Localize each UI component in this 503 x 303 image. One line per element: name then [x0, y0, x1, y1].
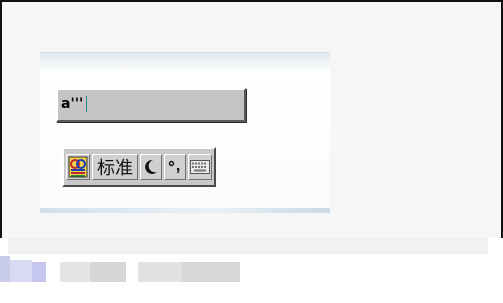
chinese-punctuation-icon	[168, 160, 180, 174]
composition-window[interactable]: a'''	[56, 88, 246, 122]
blurred-segment	[60, 262, 90, 282]
blurred-segment	[32, 262, 46, 282]
blurred-segment	[0, 256, 10, 282]
blurred-segment	[8, 238, 488, 254]
blurred-caption-area	[0, 238, 503, 303]
blurred-segment	[182, 262, 240, 282]
blurred-segment	[10, 260, 32, 282]
ime-logo-button[interactable]	[66, 154, 90, 180]
screenshot-bottom-edge	[40, 208, 330, 213]
blurred-segment	[138, 262, 182, 282]
input-mode-button[interactable]: 标准	[92, 154, 138, 180]
blurred-segment	[90, 262, 126, 282]
soft-keyboard-icon	[190, 160, 210, 174]
full-half-width-toggle[interactable]	[140, 154, 162, 180]
ime-logo-icon	[68, 156, 88, 178]
composition-text: a'''	[61, 96, 84, 112]
ime-screenshot: a''' 标准	[40, 52, 330, 213]
ime-status-bar[interactable]: 标准	[62, 147, 216, 187]
screenshot-frame: a''' 标准	[0, 0, 503, 242]
soft-keyboard-button[interactable]	[188, 154, 212, 180]
text-caret	[86, 96, 87, 112]
half-width-moon-icon	[145, 159, 157, 174]
punctuation-toggle[interactable]	[164, 154, 186, 180]
input-mode-label: 标准	[97, 158, 133, 179]
